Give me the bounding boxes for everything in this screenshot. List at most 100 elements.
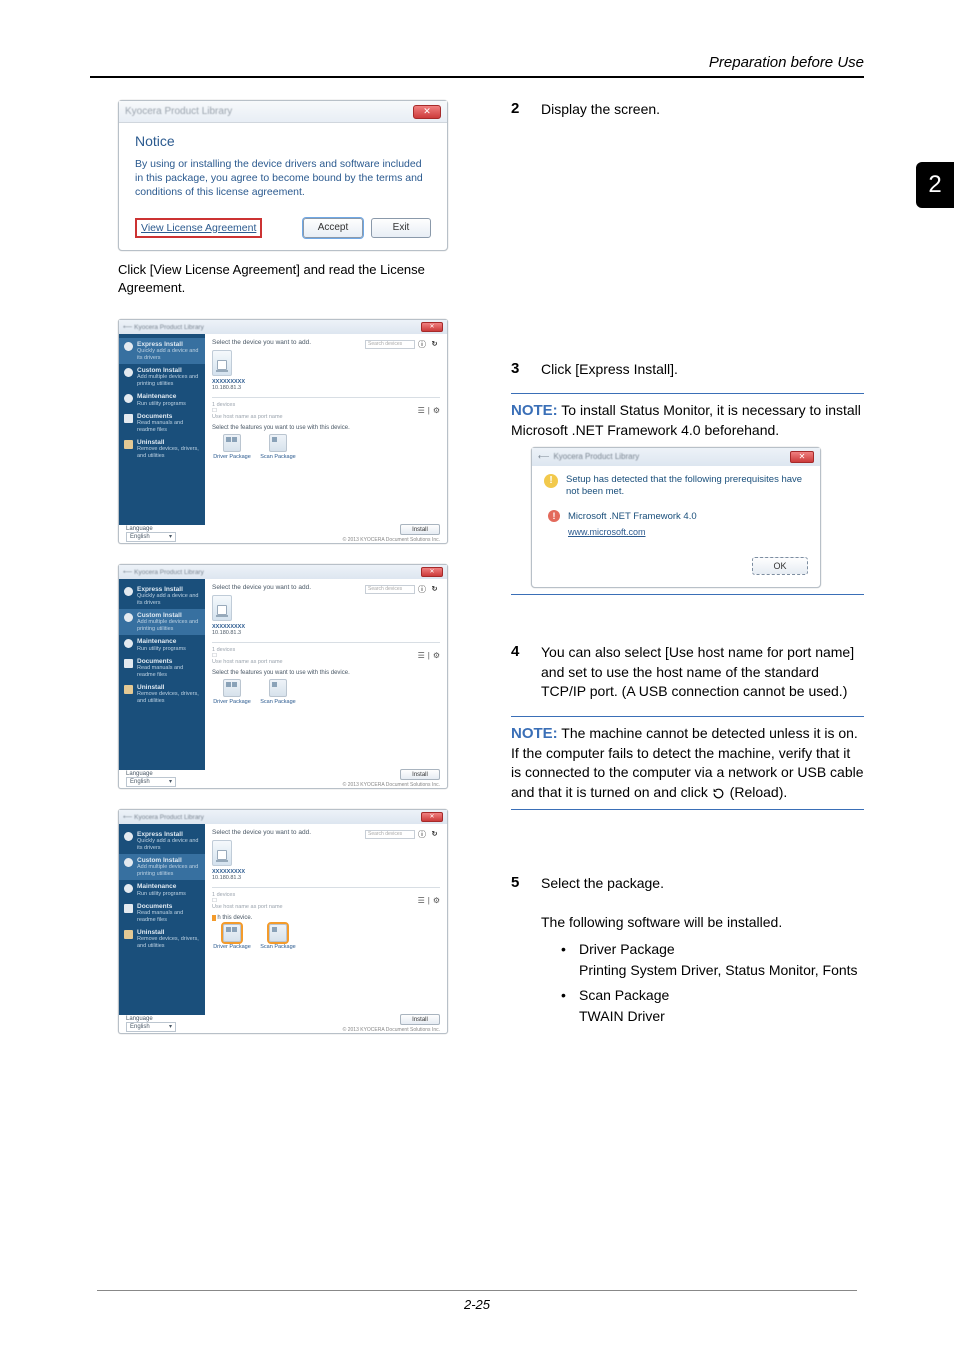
window-back[interactable]: ⟵ Kyocera Product Library (123, 568, 204, 576)
language-select[interactable]: English▾ (126, 532, 176, 542)
page-footer: 2-25 (0, 1290, 954, 1312)
sidebar-item-uninstall[interactable]: UninstallRemove devices, drivers, and ut… (119, 681, 205, 707)
search-input[interactable]: Search devices (365, 585, 415, 594)
sidebar-item-label: Custom Install (137, 367, 200, 374)
sidebar-item-label: Uninstall (137, 439, 200, 446)
driver-package-title: Driver Package (579, 941, 675, 957)
sidebar-item-custom[interactable]: Custom InstallAdd multiple devices and p… (119, 364, 205, 390)
settings-icon[interactable]: ⚙ (433, 406, 440, 415)
list-view-icon[interactable]: ☰ (418, 896, 425, 905)
prereq-link[interactable]: www.microsoft.com (568, 526, 697, 539)
arrow-left-icon[interactable]: ⟵ (538, 451, 549, 462)
close-icon[interactable]: ✕ (790, 451, 814, 463)
device-icon[interactable] (212, 350, 232, 376)
exit-button[interactable]: Exit (371, 218, 431, 238)
settings-icon[interactable]: ⚙ (433, 896, 440, 905)
sidebar-item-maintenance[interactable]: MaintenanceRun utility programs (119, 390, 205, 410)
step-4: 4 You can also select [Use host name for… (511, 643, 864, 702)
product-library-window-express: ⟵ Kyocera Product Library ✕ Express Inst… (118, 319, 448, 544)
language-select[interactable]: English▾ (126, 1022, 176, 1032)
reload-icon[interactable]: ↻ (429, 829, 440, 840)
chapter-tab: 2 (916, 162, 954, 208)
prereq-item: Microsoft .NET Framework 4.0 (568, 511, 697, 522)
bullet-icon: ! (548, 510, 560, 522)
product-library-window-custom: ⟵ Kyocera Product Library ✕ Express Inst… (118, 564, 448, 789)
driver-package[interactable]: Driver Package (212, 434, 252, 460)
view-license-link-highlight: View License Agreement (135, 218, 262, 238)
scan-package-sub: TWAIN Driver (579, 1008, 665, 1024)
note-detect: NOTE: The machine cannot be detected unl… (511, 716, 864, 810)
install-button[interactable]: Install (400, 524, 440, 535)
list-view-icon[interactable]: ☰ (418, 406, 425, 415)
license-dialog-title: Kyocera Product Library (125, 106, 232, 117)
sidebar-item-label: Express Install (137, 341, 200, 348)
page-header: Preparation before Use (709, 54, 864, 71)
search-input[interactable]: Search devices (365, 340, 415, 349)
license-caption: Click [View License Agreement] and read … (118, 261, 471, 297)
prereq-message: Setup has detected that the following pr… (566, 474, 808, 499)
install-button[interactable]: Install (400, 1014, 440, 1025)
close-icon[interactable]: ✕ (413, 105, 441, 119)
header-rule (90, 76, 864, 78)
reload-icon[interactable]: ↻ (429, 339, 440, 350)
sidebar-item-maintenance[interactable]: MaintenanceRun utility programs (119, 635, 205, 655)
sidebar-item-documents[interactable]: DocumentsRead manuals and readme files (119, 655, 205, 681)
sidebar-item-express[interactable]: Express InstallQuickly add a device and … (119, 583, 205, 609)
copyright: © 2013 KYOCERA Document Solutions Inc. (343, 537, 440, 543)
product-library-window-packages: ⟵ Kyocera Product Library ✕ Express Inst… (118, 809, 448, 1034)
driver-package[interactable]: Driver Package (212, 679, 252, 705)
close-icon[interactable]: ✕ (421, 812, 443, 822)
scan-package[interactable]: Scan Package (258, 679, 298, 705)
sidebar-item-uninstall[interactable]: UninstallRemove devices, drivers, and ut… (119, 926, 205, 952)
hostname-checkbox-label[interactable]: Use host name as port name (212, 414, 283, 420)
sidebar-item-express[interactable]: Express InstallQuickly add a device and … (119, 338, 205, 364)
window-back[interactable]: ⟵ Kyocera Product Library (123, 323, 204, 331)
sidebar-item-express[interactable]: Express InstallQuickly add a device and … (119, 828, 205, 854)
scan-package[interactable]: Scan Package (258, 434, 298, 460)
sidebar-item-uninstall[interactable]: UninstallRemove devices, drivers, and ut… (119, 436, 205, 462)
list-view-icon[interactable]: ☰ (418, 651, 425, 660)
step-2: 2 Display the screen. (511, 100, 864, 120)
sidebar-item-custom[interactable]: Custom InstallAdd multiple devices and p… (119, 854, 205, 880)
warning-icon: ! (544, 474, 558, 488)
driver-package-sub: Printing System Driver, Status Monitor, … (579, 962, 858, 978)
sidebar-item-label: Maintenance (137, 393, 186, 400)
packages-list: •Driver PackagePrinting System Driver, S… (561, 939, 864, 1027)
device-icon[interactable] (212, 595, 232, 621)
view-license-link[interactable]: View License Agreement (141, 222, 256, 234)
info-icon[interactable]: ⓘ (418, 829, 426, 840)
sidebar-item-custom[interactable]: Custom InstallAdd multiple devices and p… (119, 609, 205, 635)
sidebar: Express InstallQuickly add a device and … (119, 579, 205, 770)
reload-icon (712, 786, 726, 800)
sidebar-item-maintenance[interactable]: MaintenanceRun utility programs (119, 880, 205, 900)
step-5: 5 Select the package. (511, 874, 864, 894)
device-icon[interactable] (212, 840, 232, 866)
ok-button[interactable]: OK (752, 557, 808, 575)
install-button[interactable]: Install (400, 769, 440, 780)
device-caption: XXXXXXXXX10.180.81.3 (212, 379, 440, 391)
license-dialog: Kyocera Product Library ✕ Notice By usin… (118, 100, 448, 251)
info-icon[interactable]: ⓘ (418, 339, 426, 350)
close-icon[interactable]: ✕ (421, 567, 443, 577)
reload-icon[interactable]: ↻ (429, 584, 440, 595)
features-label: Select the features you want to use with… (212, 425, 440, 431)
prereq-title: ⟵Kyocera Product Library (538, 451, 639, 462)
close-icon[interactable]: ✕ (421, 322, 443, 332)
language-select[interactable]: English▾ (126, 777, 176, 787)
window-back[interactable]: ⟵ Kyocera Product Library (123, 813, 204, 821)
scan-package[interactable]: Scan Package (258, 924, 298, 950)
sidebar: Express InstallQuickly add a device and … (119, 334, 205, 525)
sidebar-item-documents[interactable]: DocumentsRead manuals and readme files (119, 900, 205, 926)
info-icon[interactable]: ⓘ (418, 584, 426, 595)
sidebar: Express InstallQuickly add a device and … (119, 824, 205, 1015)
sidebar-item-documents[interactable]: DocumentsRead manuals and readme files (119, 410, 205, 436)
driver-package[interactable]: Driver Package (212, 924, 252, 950)
search-input[interactable]: Search devices (365, 830, 415, 839)
notice-text: By using or installing the device driver… (135, 157, 431, 200)
note-status-monitor: NOTE: To install Status Monitor, it is n… (511, 393, 864, 595)
scan-package-title: Scan Package (579, 987, 669, 1003)
settings-icon[interactable]: ⚙ (433, 651, 440, 660)
step-3: 3 Click [Express Install]. (511, 360, 864, 380)
accept-button[interactable]: Accept (303, 218, 363, 238)
notice-heading: Notice (135, 133, 431, 149)
